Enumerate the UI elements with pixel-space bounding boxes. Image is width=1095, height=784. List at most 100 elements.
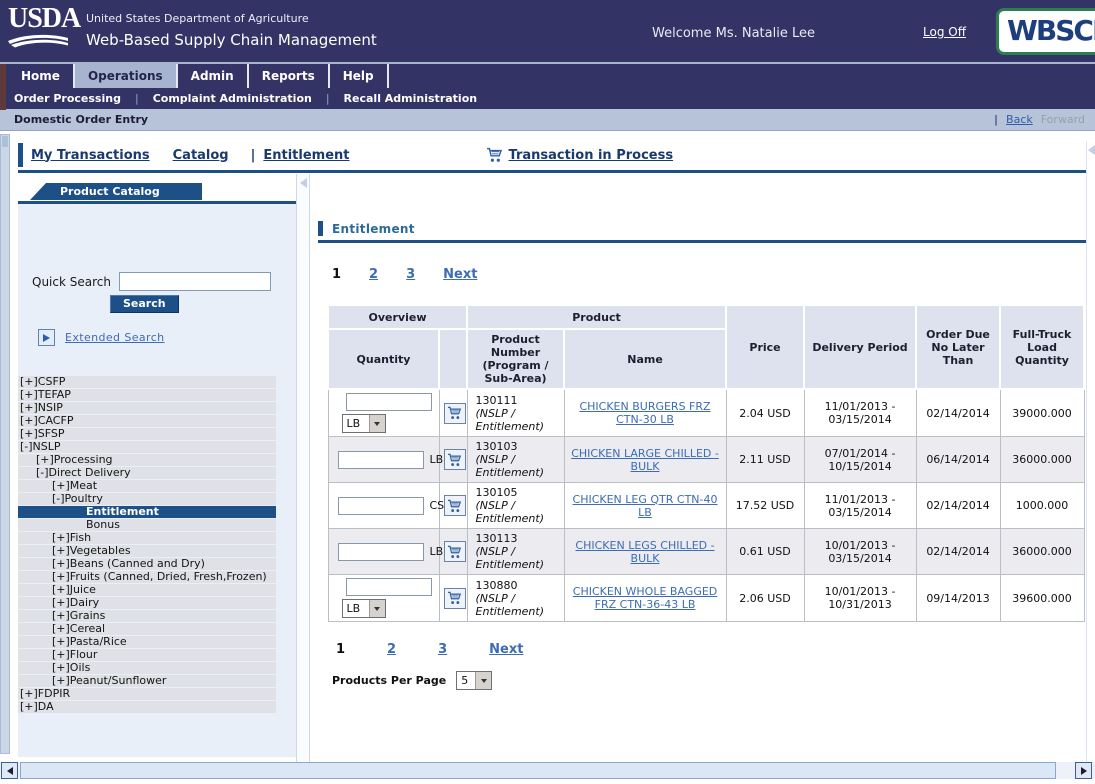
catalog-tree-item[interactable]: [+]CSFP <box>18 376 276 388</box>
catalog-tree-item[interactable]: [+]Pasta/Rice <box>18 636 276 648</box>
product-name-link[interactable]: CHICKEN LEG QTR CTN-40 LB <box>573 493 718 519</box>
pagination-page-3[interactable]: 3 <box>438 642 447 657</box>
product-row: LB 130103 (NSLP / Entitlement) CHICKEN L… <box>328 437 1084 483</box>
catalog-tree-item[interactable]: [+]Fish <box>18 532 276 544</box>
agency-line: United States Department of Agriculture <box>86 12 309 25</box>
tree-item-label: [+]Processing <box>36 454 113 466</box>
cart-cell <box>439 575 467 622</box>
catalog-tree-item[interactable]: [+]TEFAP <box>18 389 276 401</box>
quantity-input[interactable] <box>338 543 424 561</box>
catalog-tree-item[interactable]: [+]Flour <box>18 649 276 661</box>
tab-reports[interactable]: Reports <box>249 64 330 88</box>
catalog-tree-item[interactable]: [+]Juice <box>18 584 276 596</box>
tree-item-label: [+]Dairy <box>52 597 99 609</box>
catalog-tree-item[interactable]: [-]Poultry <box>18 493 276 505</box>
tab-admin[interactable]: Admin <box>178 64 249 88</box>
name-cell: CHICKEN LEG QTR CTN-40 LB <box>564 483 726 529</box>
product-name-link[interactable]: CHICKEN LEGS CHILLED - BULK <box>575 539 714 565</box>
add-to-cart-button[interactable] <box>444 403 466 424</box>
unit-select[interactable]: LB <box>342 414 386 433</box>
tab-operations[interactable]: Operations <box>75 64 178 88</box>
tab-help[interactable]: Help <box>330 64 389 88</box>
add-to-cart-button[interactable] <box>444 495 466 516</box>
left-scroll-gutter[interactable] <box>0 134 10 754</box>
product-name-link[interactable]: CHICKEN WHOLE BAGGED FRZ CTN-36-43 LB <box>573 585 718 611</box>
collapse-right-icon[interactable] <box>1088 145 1095 155</box>
products-per-page-select[interactable]: 5 <box>456 671 492 690</box>
pagination-page-3[interactable]: 3 <box>406 267 415 282</box>
col-quantity: Quantity <box>328 329 439 389</box>
col-cart <box>439 329 467 389</box>
product-name-link[interactable]: CHICKEN LARGE CHILLED - BULK <box>571 447 719 473</box>
horizontal-scrollbar <box>0 762 1095 779</box>
col-price: Price <box>726 305 804 389</box>
extended-search-icon[interactable] <box>38 329 55 346</box>
catalog-tree-item[interactable]: [+]SFSP <box>18 428 276 440</box>
ftl-quantity-cell: 1000.000 <box>1000 483 1084 529</box>
product-name-link[interactable]: CHICKEN BURGERS FRZ CTN-30 LB <box>579 400 710 426</box>
scrollbar-thumb[interactable] <box>20 762 1056 779</box>
collapse-left-icon[interactable] <box>300 178 307 188</box>
tab-home[interactable]: Home <box>8 64 75 88</box>
quantity-cell: CS <box>328 483 439 529</box>
order-due-cell: 09/14/2013 <box>916 575 1000 622</box>
catalog-tree-item[interactable]: [-]NSLP <box>18 441 276 453</box>
catalog-tree-item[interactable]: [+]Peanut/Sunflower <box>18 675 276 687</box>
catalog-tree-item[interactable]: [+]Fruits (Canned, Dried, Fresh,Frozen) <box>18 571 276 583</box>
pagination-next[interactable]: Next <box>443 267 477 282</box>
quantity-input[interactable] <box>338 451 424 469</box>
quick-search-input[interactable] <box>119 272 271 291</box>
catalog-tree-item[interactable]: Entitlement <box>18 506 276 518</box>
add-to-cart-button[interactable] <box>444 541 466 562</box>
catalog-tree-item[interactable]: [+]DA <box>18 701 276 713</box>
catalog-tree-item[interactable]: [+]Vegetables <box>18 545 276 557</box>
toolbar-accent-bar <box>18 143 23 167</box>
catalog-tree-item[interactable]: [+]Processing <box>18 454 276 466</box>
subnav-recall-administration[interactable]: Recall Administration <box>344 92 478 105</box>
catalog-link[interactable]: Catalog <box>173 148 229 163</box>
my-transactions-link[interactable]: My Transactions <box>31 148 150 163</box>
catalog-tree-item[interactable]: [+]Meat <box>18 480 276 492</box>
quantity-input[interactable] <box>346 393 432 411</box>
scroll-left-button[interactable] <box>1 762 18 779</box>
add-to-cart-button[interactable] <box>444 449 466 470</box>
chevron-down-icon <box>369 600 385 617</box>
unit-select[interactable]: LB <box>342 599 386 618</box>
subnav-complaint-administration[interactable]: Complaint Administration <box>153 92 312 105</box>
catalog-tree-item[interactable]: [+]FDPIR <box>18 688 276 700</box>
wbscm-logo: WBSCM <box>996 8 1095 55</box>
catalog-tree-item[interactable]: [-]Direct Delivery <box>18 467 276 479</box>
catalog-tree-item[interactable]: [+]Beans (Canned and Dry) <box>18 558 276 570</box>
pagination-page-2[interactable]: 2 <box>387 642 396 657</box>
catalog-tree-item[interactable]: [+]Dairy <box>18 597 276 609</box>
search-button[interactable]: Search <box>110 295 179 313</box>
page-title: Domestic Order Entry <box>14 113 148 126</box>
sidebar-splitter[interactable] <box>296 174 310 762</box>
name-cell: CHICKEN LARGE CHILLED - BULK <box>564 437 726 483</box>
quantity-input[interactable] <box>346 578 432 596</box>
catalog-tree-item[interactable]: Bonus <box>18 519 276 531</box>
catalog-tree-item[interactable]: [+]NSIP <box>18 402 276 414</box>
scroll-right-button[interactable] <box>1075 762 1092 779</box>
back-link[interactable]: Back <box>1006 113 1033 126</box>
product-row: LB 130113 (NSLP / Entitlement) CHICKEN L… <box>328 529 1084 575</box>
catalog-tree-item[interactable]: [+]Cereal <box>18 623 276 635</box>
quantity-input[interactable] <box>338 497 424 515</box>
add-to-cart-button[interactable] <box>444 588 466 609</box>
pagination-next[interactable]: Next <box>489 642 523 657</box>
product-number: 130113 <box>476 532 560 545</box>
catalog-tree-item[interactable]: [+]CACFP <box>18 415 276 427</box>
subnav-order-processing[interactable]: Order Processing <box>14 92 121 105</box>
log-off-link[interactable]: Log Off <box>923 25 966 39</box>
catalog-tree-item[interactable]: [+]Oils <box>18 662 276 674</box>
program-subarea: (NSLP / Entitlement) <box>476 592 560 618</box>
pagination-page-2[interactable]: 2 <box>369 267 378 282</box>
tree-item-label: [+]DA <box>20 701 54 713</box>
chevron-down-icon <box>369 415 385 432</box>
name-cell: CHICKEN WHOLE BAGGED FRZ CTN-36-43 LB <box>564 575 726 622</box>
catalog-tree-item[interactable]: [+]Grains <box>18 610 276 622</box>
tree-item-label: Bonus <box>86 519 120 531</box>
tree-item-label: [+]TEFAP <box>20 389 71 401</box>
extended-search-link[interactable]: Extended Search <box>65 331 165 344</box>
delivery-period-cell: 10/01/2013 - 10/31/2013 <box>804 575 916 622</box>
